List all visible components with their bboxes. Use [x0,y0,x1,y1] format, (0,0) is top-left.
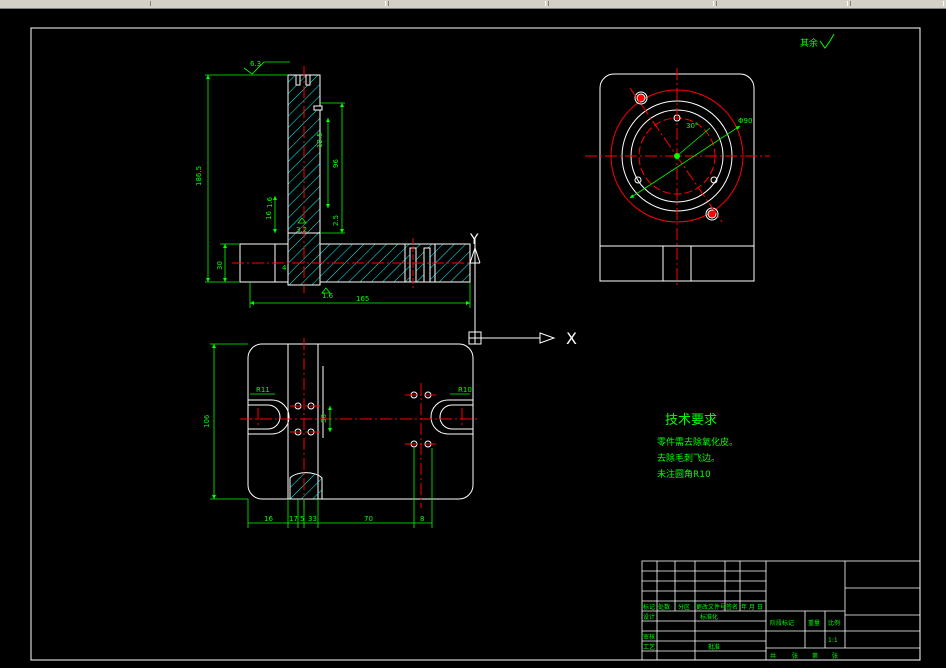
plan-view [240,338,480,508]
svg-text:8: 8 [420,515,424,523]
svg-text:工艺: 工艺 [643,643,655,651]
svg-text:165: 165 [356,295,369,303]
axis-y-label: Y [469,232,479,248]
svg-text:70: 70 [364,515,373,523]
svg-text:标记: 标记 [643,603,655,611]
svg-text:R10: R10 [458,386,472,394]
svg-text:共: 共 [770,652,776,660]
plan-view-dimension-labels: 106 R11 R10 30 16 17 5 33 70 8 [203,386,472,523]
svg-text:1:1: 1:1 [828,637,838,644]
svg-text:张: 张 [792,652,798,660]
svg-text:30°: 30° [686,122,698,130]
tech-title: 技术要求 [665,413,717,428]
svg-text:12.5: 12.5 [316,132,324,148]
svg-text:17: 17 [289,515,298,523]
svg-text:33: 33 [308,515,317,523]
svg-text:16: 16 [264,515,273,523]
svg-text:5: 5 [300,515,304,523]
svg-text:分区: 分区 [678,603,690,611]
front-view-section [232,66,480,293]
svg-text:第: 第 [812,652,818,660]
svg-text:批准: 批准 [708,643,720,651]
svg-text:16: 16 [265,211,273,220]
svg-text:1.6: 1.6 [266,196,274,208]
svg-text:6.3: 6.3 [250,60,261,68]
svg-text:1.6: 1.6 [322,292,334,300]
svg-text:186.5: 186.5 [195,166,203,186]
svg-text:4: 4 [282,264,287,272]
svg-text:更改文件号: 更改文件号 [696,603,726,611]
svg-text:96: 96 [332,159,340,168]
technical-requirements: 技术要求 零件需去除氧化皮。 去除毛刺飞边。 未注圆角R10 [657,413,738,480]
svg-text:106: 106 [203,414,211,428]
svg-text:R11: R11 [256,386,270,394]
axis-x-label: X [566,329,577,348]
svg-text:2.5: 2.5 [332,215,340,226]
roughness-note: 其余 [800,33,835,49]
svg-text:Φ90: Φ90 [738,117,752,125]
cad-viewport[interactable]: 其余 6.3 186.5 96 12.5 16 2.5 3.2 1.6 1.6 … [0,0,946,668]
ucs-icon: Y X [468,232,577,348]
svg-text:签名: 签名 [726,603,738,611]
svg-text:其余: 其余 [800,37,818,49]
tech-item: 零件需去除氧化皮。 [657,436,738,448]
title-block-text: 标记 处数 分区 更改文件号 签名 年 月 日 设计 标准化 阶段标记 重量 比… [643,603,840,660]
svg-text:比例: 比例 [828,619,840,627]
svg-text:重量: 重量 [808,619,820,627]
svg-text:年 月 日: 年 月 日 [741,603,763,611]
plan-view-dimensions [210,343,470,528]
svg-text:审核: 审核 [643,633,655,641]
svg-text:设计: 设计 [643,613,655,621]
tech-item: 去除毛刺飞边。 [657,452,720,464]
svg-text:阶段标记: 阶段标记 [770,619,794,627]
svg-text:3.2: 3.2 [296,226,307,234]
svg-text:标准化: 标准化 [700,613,718,621]
svg-text:30: 30 [216,261,224,270]
tech-item: 未注圆角R10 [657,468,711,480]
side-view: Φ90 30° [585,68,770,288]
svg-text:张: 张 [832,652,838,660]
svg-text:处数: 处数 [658,603,670,611]
drawing-canvas[interactable]: 其余 6.3 186.5 96 12.5 16 2.5 3.2 1.6 1.6 … [0,8,946,668]
svg-text:30: 30 [320,414,328,423]
